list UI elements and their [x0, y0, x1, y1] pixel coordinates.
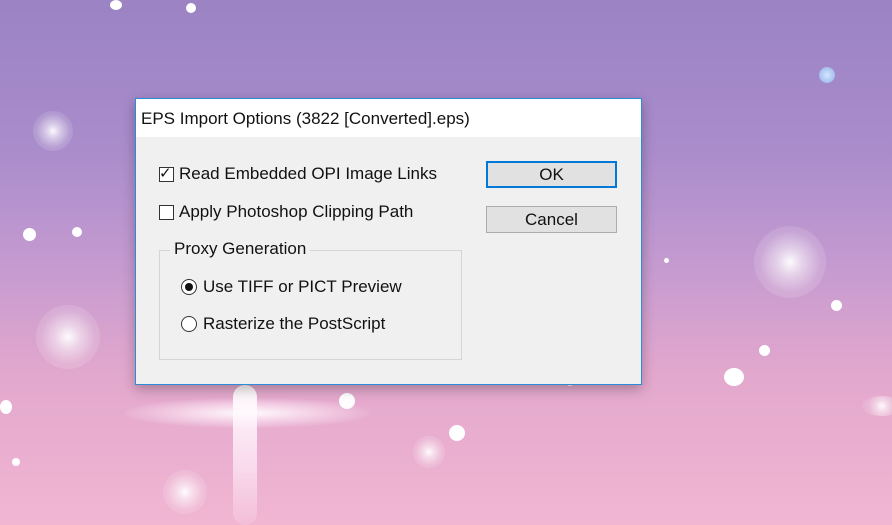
bokeh-light	[831, 300, 842, 311]
dialog-title: EPS Import Options (3822 [Converted].eps…	[141, 109, 470, 128]
bokeh-light	[110, 0, 122, 10]
checkbox-box[interactable]: ✓	[159, 164, 174, 182]
bokeh-light	[12, 458, 20, 466]
eps-import-options-dialog: EPS Import Options (3822 [Converted].eps…	[135, 98, 642, 385]
bokeh-light	[754, 226, 826, 298]
bokeh-light	[449, 425, 465, 441]
read-opi-links-checkbox[interactable]: ✓ Read Embedded OPI Image Links	[159, 164, 437, 184]
radio-rasterize-postscript[interactable]: Rasterize the PostScript	[181, 314, 385, 334]
bokeh-light	[36, 305, 100, 369]
light-flare	[233, 385, 257, 525]
bokeh-light	[163, 470, 207, 514]
radio-selected-dot	[185, 283, 193, 291]
bokeh-light	[0, 400, 12, 414]
checkbox-box[interactable]	[159, 204, 174, 220]
radio-button[interactable]	[181, 279, 197, 295]
bokeh-light	[724, 368, 744, 386]
checkbox-label[interactable]: Read Embedded OPI Image Links	[179, 164, 437, 184]
proxy-generation-label: Proxy Generation	[170, 239, 311, 259]
dialog-titlebar[interactable]: EPS Import Options (3822 [Converted].eps…	[136, 99, 641, 137]
bokeh-light	[413, 436, 445, 468]
proxy-generation-group	[159, 250, 462, 360]
radio-label[interactable]: Use TIFF or PICT Preview	[203, 277, 402, 297]
checkmark-icon: ✓	[159, 164, 172, 182]
checkbox-label[interactable]: Apply Photoshop Clipping Path	[179, 202, 413, 222]
bokeh-light	[23, 228, 36, 241]
bokeh-light	[819, 67, 835, 83]
bokeh-light	[664, 258, 669, 263]
radio-label[interactable]: Rasterize the PostScript	[203, 314, 385, 334]
radio-use-tiff-preview[interactable]: Use TIFF or PICT Preview	[181, 277, 402, 297]
cancel-button[interactable]: Cancel	[486, 206, 617, 233]
apply-clipping-path-checkbox[interactable]: Apply Photoshop Clipping Path	[159, 202, 413, 222]
bokeh-light	[186, 3, 196, 13]
bokeh-light	[72, 227, 82, 237]
radio-button[interactable]	[181, 316, 197, 332]
bokeh-light	[33, 111, 73, 151]
bokeh-light	[759, 345, 770, 356]
ok-button[interactable]: OK	[486, 161, 617, 188]
bokeh-light	[862, 396, 892, 416]
